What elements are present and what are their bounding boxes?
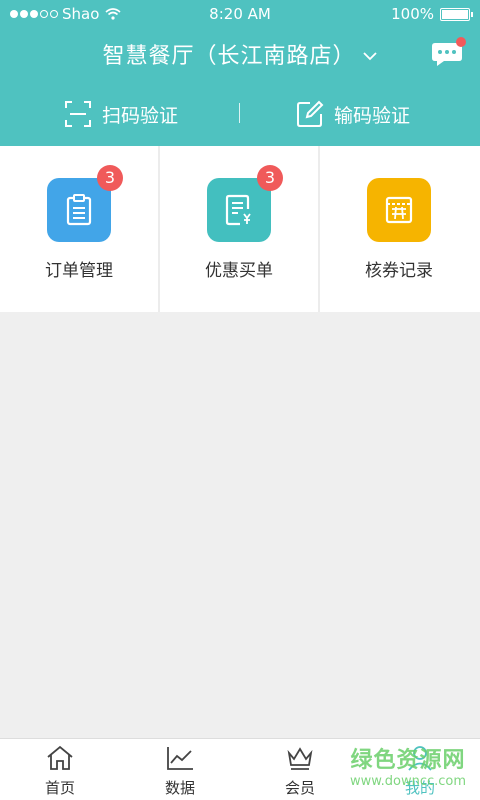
tab-members[interactable]: 会员 — [240, 739, 360, 800]
coupon-label: 核券记录 — [365, 261, 433, 281]
coupon-icon — [385, 196, 413, 224]
discount-badge: 3 — [257, 165, 283, 191]
edit-icon — [297, 100, 324, 127]
watermark-url: www.downcc.com — [349, 774, 467, 789]
tab-members-label: 会员 — [284, 779, 315, 797]
scan-verify-button[interactable]: 扫码验证 — [64, 90, 178, 138]
battery-percent: 100% — [391, 5, 434, 23]
order-badge: 3 — [97, 165, 123, 191]
scan-verify-label: 扫码验证 — [102, 104, 179, 127]
function-grid: 3 订单管理 3 优惠买单 核券记录 — [0, 146, 480, 312]
order-label: 订单管理 — [45, 261, 113, 281]
scan-icon — [65, 101, 91, 127]
chevron-down-icon — [362, 49, 378, 65]
coupon-records-item[interactable]: 核券记录 — [320, 146, 480, 312]
unread-dot — [456, 37, 466, 47]
tab-data-label: 数据 — [164, 779, 195, 797]
actions-divider — [239, 103, 240, 123]
order-management-item[interactable]: 3 订单管理 — [0, 146, 160, 312]
home-icon — [47, 745, 73, 770]
store-selector[interactable]: 智慧餐厅（长江南路店） — [0, 38, 480, 70]
store-name: 智慧餐厅（长江南路店） — [102, 44, 356, 69]
receipt-yen-icon — [225, 194, 251, 226]
header: Shao 8:20 AM 100% 智慧餐厅（长江南路店） 扫码验证 输码验证 — [0, 0, 480, 146]
chart-icon — [167, 747, 193, 770]
code-verify-button[interactable]: 输码验证 — [296, 90, 410, 138]
discount-label: 优惠买单 — [205, 261, 273, 281]
verify-actions: 扫码验证 输码验证 — [0, 90, 480, 138]
crown-icon — [287, 747, 313, 770]
discount-pay-item[interactable]: 3 优惠买单 — [160, 146, 320, 312]
coupon-tile — [367, 178, 431, 242]
watermark-title: 绿色资源网 — [350, 748, 466, 773]
watermark: 绿色资源网 www.downcc.com — [343, 742, 473, 789]
code-verify-label: 输码验证 — [334, 104, 411, 127]
tab-home[interactable]: 首页 — [0, 739, 120, 800]
status-bar: Shao 8:20 AM 100% — [0, 0, 480, 28]
battery-icon — [440, 7, 473, 21]
tab-data[interactable]: 数据 — [120, 739, 240, 800]
status-right: 100% — [391, 5, 473, 23]
tab-home-label: 首页 — [44, 779, 75, 797]
clipboard-icon — [66, 194, 92, 226]
